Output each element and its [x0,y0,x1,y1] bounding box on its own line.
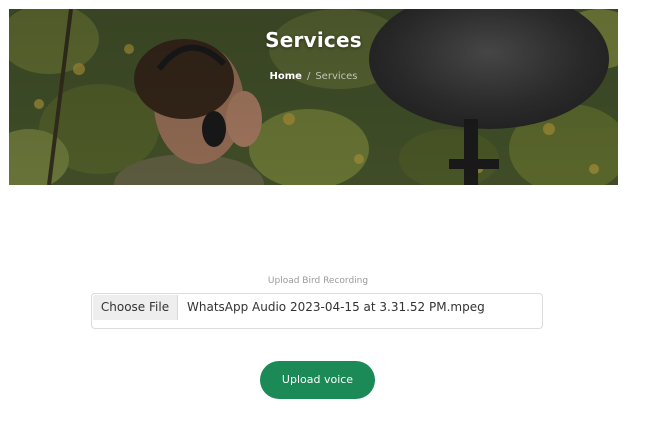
selected-file-name: WhatsApp Audio 2023-04-15 at 3.31.52 PM.… [187,300,485,314]
breadcrumb: Home / Services [9,71,618,82]
page-title: Services [265,28,362,52]
upload-label: Upload Bird Recording [267,276,369,286]
hero-banner: Services Home / Services [9,9,618,185]
breadcrumb-current: Services [315,71,358,82]
breadcrumb-separator: / [306,71,311,82]
breadcrumb-home-link[interactable]: Home [270,71,302,82]
upload-voice-button[interactable]: Upload voice [260,361,375,399]
page: Services Home / Services Upload Bird Recor… [0,0,663,433]
choose-file-button[interactable]: Choose File [93,295,178,320]
file-input[interactable]: Choose File WhatsApp Audio 2023-04-15 at… [91,293,543,329]
